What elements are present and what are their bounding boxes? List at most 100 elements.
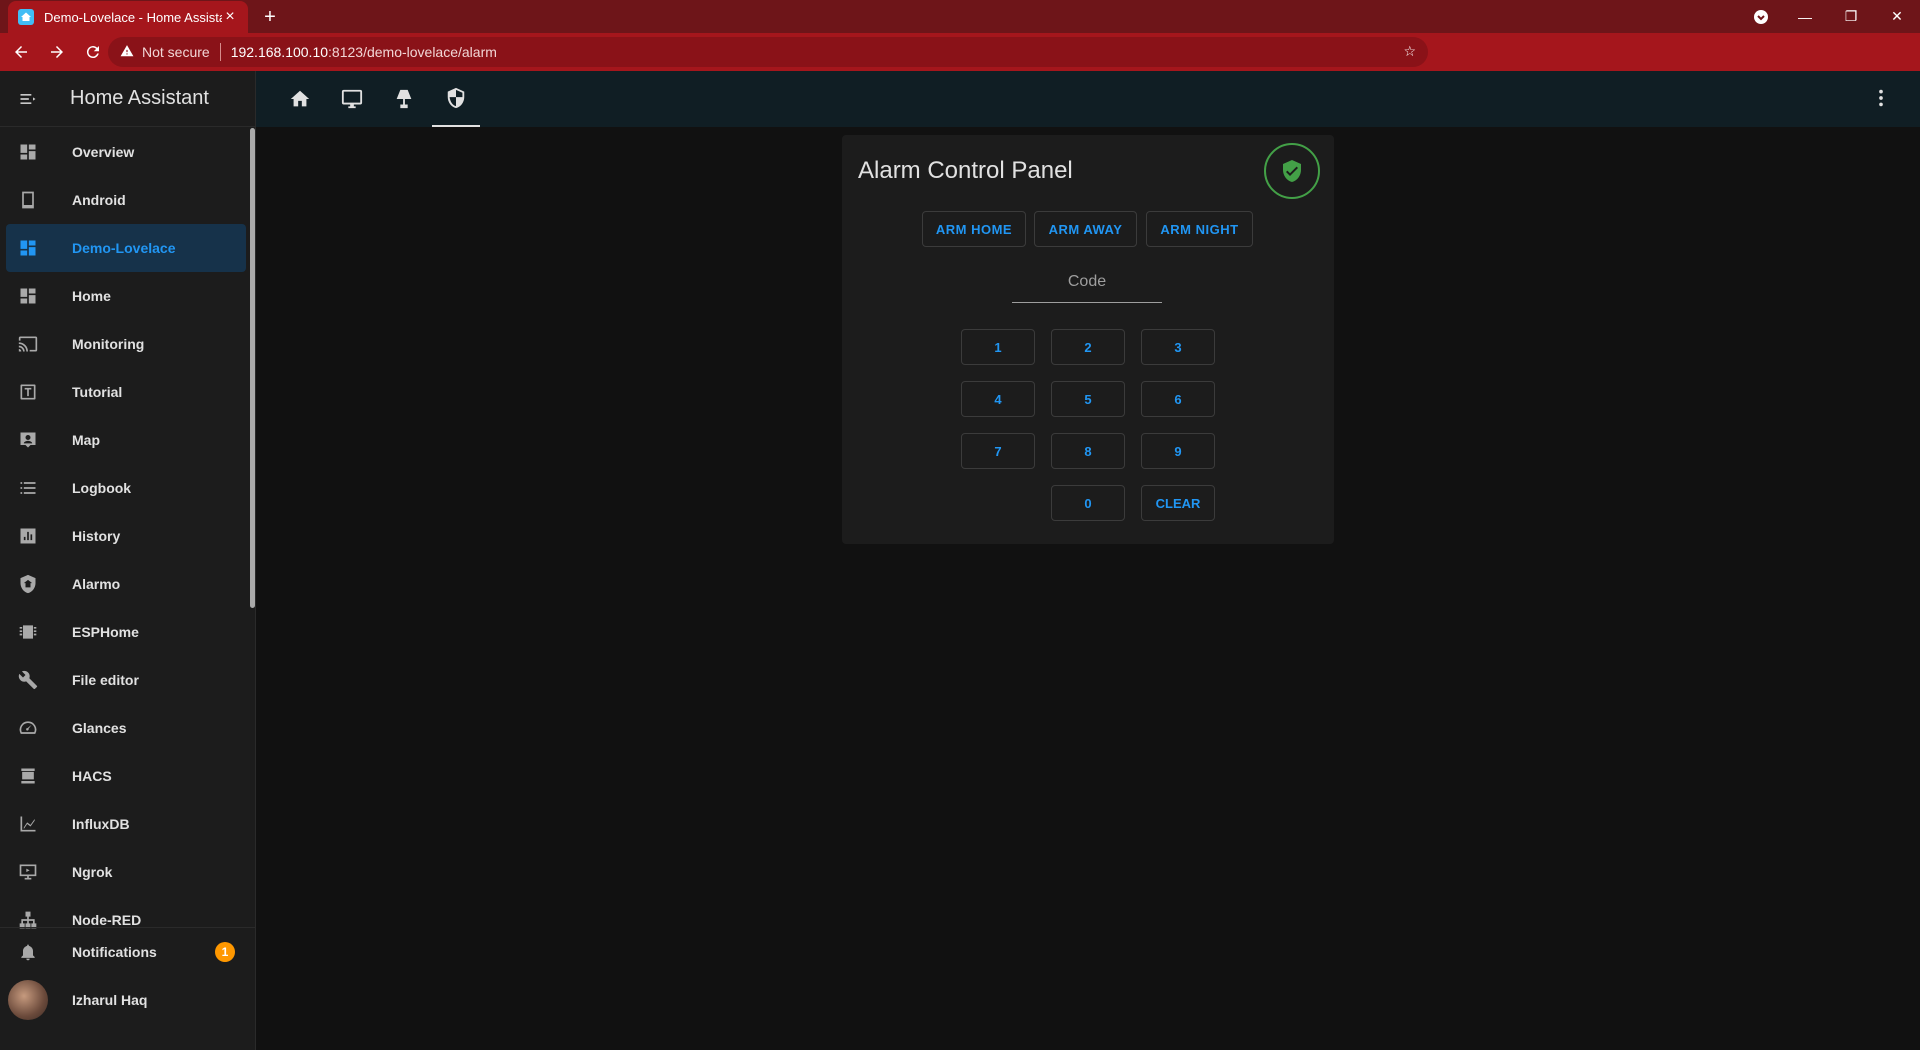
sidebar-item-android[interactable]: Android: [0, 176, 252, 224]
profile-menu-icon[interactable]: [1738, 0, 1784, 33]
hacs-icon: [16, 764, 40, 788]
user-name: Izharul Haq: [72, 992, 148, 1008]
sidebar-item-label: Monitoring: [72, 336, 145, 352]
card-title: Alarm Control Panel: [858, 157, 1073, 184]
cast-icon: [16, 332, 40, 356]
new-tab-icon[interactable]: +: [258, 5, 282, 29]
alarm-state-badge[interactable]: [1264, 143, 1320, 199]
tab-close-icon[interactable]: ×: [222, 8, 238, 26]
dashboard-icon: [16, 140, 40, 164]
notification-count-badge: 1: [215, 942, 235, 962]
sidebar-item-label: Logbook: [72, 480, 132, 496]
forward-icon[interactable]: [42, 37, 72, 67]
dashboard-icon: [16, 236, 40, 260]
wrench-icon: [16, 668, 40, 692]
keypad-3-button[interactable]: 3: [1141, 329, 1215, 365]
back-icon[interactable]: [6, 37, 36, 67]
alpha-t-box-icon: [16, 380, 40, 404]
sidebar: Home Assistant Overview Android Demo-Lov…: [0, 71, 256, 1050]
sidebar-item-tutorial[interactable]: Tutorial: [0, 368, 252, 416]
keypad-4-button[interactable]: 4: [961, 381, 1035, 417]
home-icon: [290, 90, 310, 107]
sidebar-item-history[interactable]: History: [0, 512, 252, 560]
sidebar-item-label: Android: [72, 192, 126, 208]
sidebar-header: Home Assistant: [0, 71, 255, 127]
sidebar-item-label: Alarmo: [72, 576, 121, 592]
alarm-control-panel-card: Alarm Control Panel ARM HOME ARM AWAY AR…: [842, 135, 1334, 544]
sidebar-item-label: HACS: [72, 768, 112, 784]
sidebar-item-hacs[interactable]: HACS: [0, 752, 252, 800]
home-assistant-app: Home Assistant Overview Android Demo-Lov…: [0, 71, 1920, 1050]
sidebar-list: Overview Android Demo-Lovelace Home Moni…: [0, 128, 252, 988]
sidebar-item-label: Map: [72, 432, 100, 448]
tab-monitor[interactable]: [328, 71, 376, 127]
keypad-1-button[interactable]: 1: [961, 329, 1035, 365]
sidebar-item-glances[interactable]: Glances: [0, 704, 252, 752]
minimize-icon[interactable]: —: [1782, 0, 1828, 33]
menu-collapse-icon[interactable]: [16, 87, 40, 111]
sidebar-item-file-editor[interactable]: File editor: [0, 656, 252, 704]
sidebar-item-label: Glances: [72, 720, 127, 736]
keypad-5-button[interactable]: 5: [1051, 381, 1125, 417]
restore-icon[interactable]: ❐: [1828, 0, 1874, 33]
sidebar-item-label: Home: [72, 288, 111, 304]
reload-icon[interactable]: [78, 37, 108, 67]
map-account-icon: [16, 428, 40, 452]
bookmark-star-icon[interactable]: ☆: [1403, 43, 1416, 60]
speedometer-icon: [16, 716, 40, 740]
sidebar-item-label: ESPHome: [72, 624, 139, 640]
avatar: [8, 980, 48, 1020]
address-bar[interactable]: Not secure 192.168.100.10 :8123/demo-lov…: [108, 37, 1428, 67]
sidebar-item-home[interactable]: Home: [0, 272, 252, 320]
sidebar-item-label: Notifications: [72, 944, 157, 960]
not-secure-label: Not secure: [142, 44, 210, 60]
sidebar-item-demo-lovelace[interactable]: Demo-Lovelace: [6, 224, 246, 272]
keypad-7-button[interactable]: 7: [961, 433, 1035, 469]
sidebar-item-label: Node-RED: [72, 912, 142, 928]
dashboard-icon: [16, 284, 40, 308]
app-title: Home Assistant: [70, 87, 209, 109]
keypad-8-button[interactable]: 8: [1051, 433, 1125, 469]
sidebar-item-logbook[interactable]: Logbook: [0, 464, 252, 512]
tab-alarm[interactable]: [432, 71, 480, 127]
shield-check-icon: [1283, 160, 1301, 182]
sidebar-item-profile[interactable]: Izharul Haq: [0, 976, 255, 1024]
sidebar-item-label: Ngrok: [72, 864, 113, 880]
list-icon: [16, 476, 40, 500]
browser-toolbar: Not secure 192.168.100.10 :8123/demo-lov…: [0, 33, 1920, 94]
sidebar-scrollbar[interactable]: [250, 128, 255, 608]
sidebar-item-map[interactable]: Map: [0, 416, 252, 464]
sidebar-item-ngrok[interactable]: Ngrok: [0, 848, 252, 896]
more-options-icon[interactable]: [1870, 87, 1892, 114]
separator: [219, 43, 221, 61]
chart-box-icon: [16, 524, 40, 548]
browser-tab[interactable]: Demo-Lovelace - Home Assistant ×: [8, 1, 248, 33]
tab-lamp[interactable]: [380, 71, 428, 127]
sidebar-item-label: Tutorial: [72, 384, 123, 400]
sidebar-item-influxdb[interactable]: InfluxDB: [0, 800, 252, 848]
arm-night-button[interactable]: ARM NIGHT: [1146, 211, 1253, 247]
keypad-0-button[interactable]: 0: [1051, 485, 1125, 521]
arm-home-button[interactable]: ARM HOME: [922, 211, 1026, 247]
sidebar-item-notifications[interactable]: Notifications 1: [0, 928, 255, 976]
sidebar-item-esphome[interactable]: ESPHome: [0, 608, 252, 656]
warning-icon[interactable]: [120, 44, 134, 61]
arm-away-button[interactable]: ARM AWAY: [1034, 211, 1137, 247]
view-tabs-bar: [256, 71, 1920, 127]
keypad-clear-button[interactable]: CLEAR: [1141, 485, 1215, 521]
sidebar-item-monitoring[interactable]: Monitoring: [0, 320, 252, 368]
url-host: 192.168.100.10: [230, 44, 329, 60]
keypad-2-button[interactable]: 2: [1051, 329, 1125, 365]
keypad-6-button[interactable]: 6: [1141, 381, 1215, 417]
code-input[interactable]: Code: [1012, 273, 1162, 303]
sidebar-item-alarmo[interactable]: Alarmo: [0, 560, 252, 608]
monitor-share-icon: [16, 860, 40, 884]
sidebar-item-label: File editor: [72, 672, 139, 688]
sidebar-item-overview[interactable]: Overview: [0, 128, 252, 176]
sidebar-item-label: History: [72, 528, 121, 544]
close-window-icon[interactable]: ✕: [1874, 0, 1920, 33]
tab-home[interactable]: [276, 71, 324, 127]
shield-icon: [447, 87, 465, 109]
sidebar-item-label: InfluxDB: [72, 816, 130, 832]
keypad-9-button[interactable]: 9: [1141, 433, 1215, 469]
